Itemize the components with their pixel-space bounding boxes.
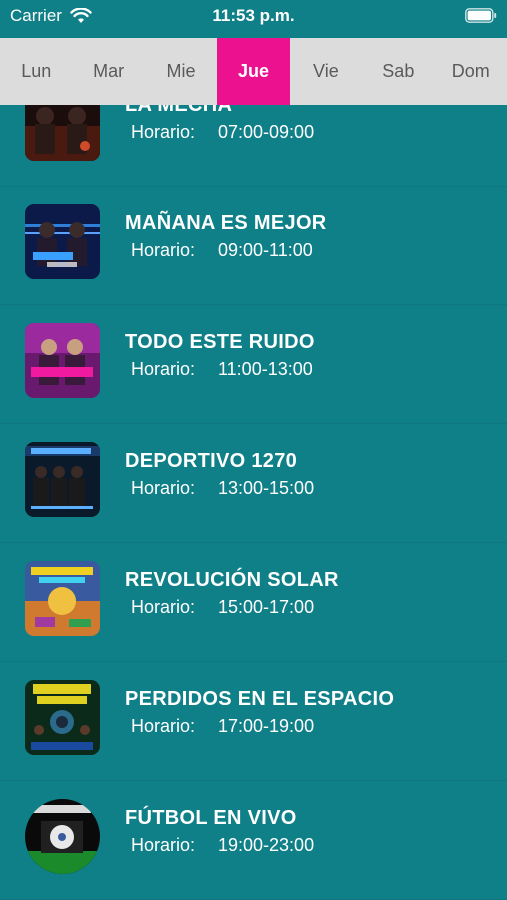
tab-vie[interactable]: Vie [290,38,362,105]
tab-mie[interactable]: Mie [145,38,217,105]
program-schedule: Horario: 11:00-13:00 [131,359,313,380]
program-schedule: Horario: 19:00-23:00 [131,835,314,856]
program-row[interactable]: TODO ESTE RUIDO Horario: 11:00-13:00 [0,305,507,424]
schedule-time: 13:00-15:00 [218,478,315,498]
program-thumbnail [25,561,100,636]
program-row[interactable]: REVOLUCIÓN SOLAR Horario: 15:00-17:00 [0,543,507,662]
schedule-time: 17:00-19:00 [218,716,315,736]
tab-dom[interactable]: Dom [435,38,507,105]
program-title: FÚTBOL EN VIVO [125,807,297,829]
program-row[interactable]: MAÑANA ES MEJOR Horario: 09:00-11:00 [0,186,507,305]
program-thumbnail [25,680,100,755]
schedule-label: Horario: [131,359,196,379]
schedule-label: Horario: [131,240,196,260]
tab-sab[interactable]: Sab [362,38,434,105]
program-schedule: Horario: 13:00-15:00 [131,478,314,499]
program-row[interactable]: DEPORTIVO 1270 Horario: 13:00-15:00 [0,424,507,543]
battery-icon [465,8,497,23]
clock: 11:53 p.m. [212,6,295,25]
program-schedule: Horario: 09:00-11:00 [131,240,313,261]
program-thumbnail [25,799,100,874]
program-thumbnail [25,442,100,517]
program-title: LA MECHA [125,105,233,116]
program-schedule: Horario: 07:00-09:00 [131,122,314,143]
tab-jue[interactable]: Jue [217,38,290,105]
program-thumbnail [25,204,100,279]
day-tabs: Lun Mar Mie Jue Vie Sab Dom [0,38,507,105]
program-thumbnail [25,105,100,161]
schedule-label: Horario: [131,597,196,617]
program-title: PERDIDOS EN EL ESPACIO [125,688,395,710]
schedule-time: 09:00-11:00 [218,240,313,260]
schedule-time: 15:00-17:00 [218,597,315,617]
program-row[interactable]: PERDIDOS EN EL ESPACIO Horario: 17:00-19:… [0,662,507,781]
program-row[interactable]: FÚTBOL EN VIVO Horario: 19:00-23:00 [0,781,507,900]
program-thumbnail [25,323,100,398]
program-row[interactable]: LA MECHA Horario: 07:00-09:00 [0,105,507,187]
tab-lun[interactable]: Lun [0,38,72,105]
tab-mar[interactable]: Mar [72,38,144,105]
schedule-time: 19:00-23:00 [218,835,315,855]
program-title: REVOLUCIÓN SOLAR [125,569,339,591]
program-title: MAÑANA ES MEJOR [125,212,327,234]
program-title: TODO ESTE RUIDO [125,331,315,353]
status-bar: Carrier 11:53 p.m. [0,0,507,38]
schedule-label: Horario: [131,122,196,142]
schedule-time: 07:00-09:00 [218,122,315,142]
schedule-label: Horario: [131,835,196,855]
schedule-label: Horario: [131,478,196,498]
schedule-label: Horario: [131,716,196,736]
program-title: DEPORTIVO 1270 [125,450,298,472]
program-schedule: Horario: 17:00-19:00 [131,716,314,737]
program-list[interactable]: LA MECHA Horario: 07:00-09:00 MAÑANA ES M… [0,105,507,900]
program-schedule: Horario: 15:00-17:00 [131,597,314,618]
schedule-time: 11:00-13:00 [218,359,313,379]
